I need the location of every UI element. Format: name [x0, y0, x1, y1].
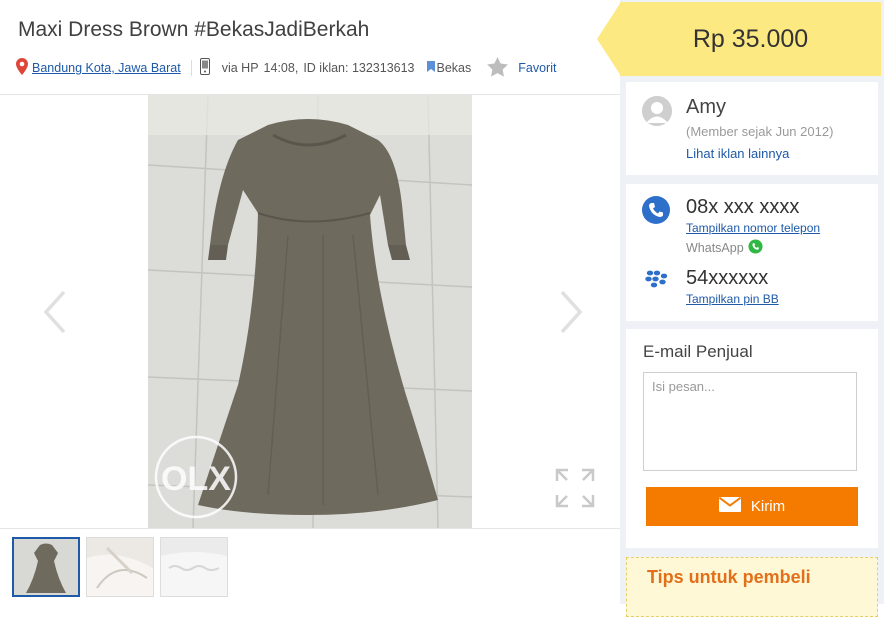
listing-title: Maxi Dress Brown #BekasJadiBerkah [18, 18, 370, 41]
buyer-tips: Tips untuk pembeli [626, 557, 878, 617]
svg-text:OLX: OLX [161, 460, 231, 498]
bookmark-icon [426, 61, 435, 75]
message-input[interactable] [643, 372, 857, 471]
seller-card: Amy (Member sejak Jun 2012) Lihat iklan … [626, 82, 878, 175]
user-avatar-icon [642, 96, 672, 126]
other-ads-link[interactable]: Lihat iklan lainnya [686, 146, 789, 161]
location-link[interactable]: Bandung Kota, Jawa Barat [32, 61, 181, 75]
member-since: (Member sejak Jun 2012) [686, 124, 834, 139]
price-value: Rp 35.000 [692, 24, 809, 53]
bb-pin: 54xxxxxx [686, 267, 769, 289]
star-icon[interactable] [487, 56, 509, 80]
condition-label: Bekas [436, 61, 472, 75]
image-gallery: OLX [0, 94, 620, 529]
thumbnail-3[interactable] [160, 537, 228, 597]
ad-id: ID iklan: 132313613 [303, 61, 415, 75]
chevron-right-icon[interactable] [558, 290, 584, 334]
posted-via: via HP [221, 61, 259, 75]
chevron-left-icon[interactable] [42, 290, 68, 334]
tips-title: Tips untuk pembeli [647, 567, 811, 587]
email-title: E-mail Penjual [643, 342, 753, 361]
whatsapp-text: WhatsApp [686, 241, 744, 255]
map-pin-icon [16, 58, 28, 78]
meta-divider [190, 60, 192, 76]
whatsapp-icon [748, 239, 763, 257]
thumbnail-1[interactable] [12, 537, 80, 597]
envelope-icon [718, 496, 741, 516]
blackberry-icon [644, 269, 670, 289]
expand-icon[interactable] [554, 467, 596, 509]
listing-meta: Bandung Kota, Jawa Barat via HP 14:08, I… [16, 56, 556, 80]
show-phone-link[interactable]: Tampilkan nomor telepon [686, 221, 820, 235]
favorite-button[interactable]: Favorit [518, 61, 556, 75]
thumbnail-strip [12, 537, 228, 597]
send-label: Kirim [750, 498, 786, 515]
phone-number: 08x xxx xxxx [686, 196, 800, 218]
send-button[interactable]: Kirim [646, 487, 858, 526]
posted-time: 14:08, [263, 61, 299, 75]
thumbnail-2[interactable] [86, 537, 154, 597]
whatsapp-label: WhatsApp [686, 239, 763, 257]
price-tag-arrow [597, 2, 621, 76]
main-photo[interactable]: OLX [148, 95, 472, 528]
seller-name: Amy [686, 96, 726, 118]
contact-card: 08x xxx xxxx Tampilkan nomor telepon Wha… [626, 184, 878, 321]
mobile-phone-icon [199, 58, 210, 78]
listing-main: Maxi Dress Brown #BekasJadiBerkah Bandun… [0, 0, 620, 604]
show-bb-link[interactable]: Tampilkan pin BB [686, 292, 779, 306]
phone-icon [642, 196, 670, 224]
email-card: E-mail Penjual Kirim [626, 329, 878, 548]
